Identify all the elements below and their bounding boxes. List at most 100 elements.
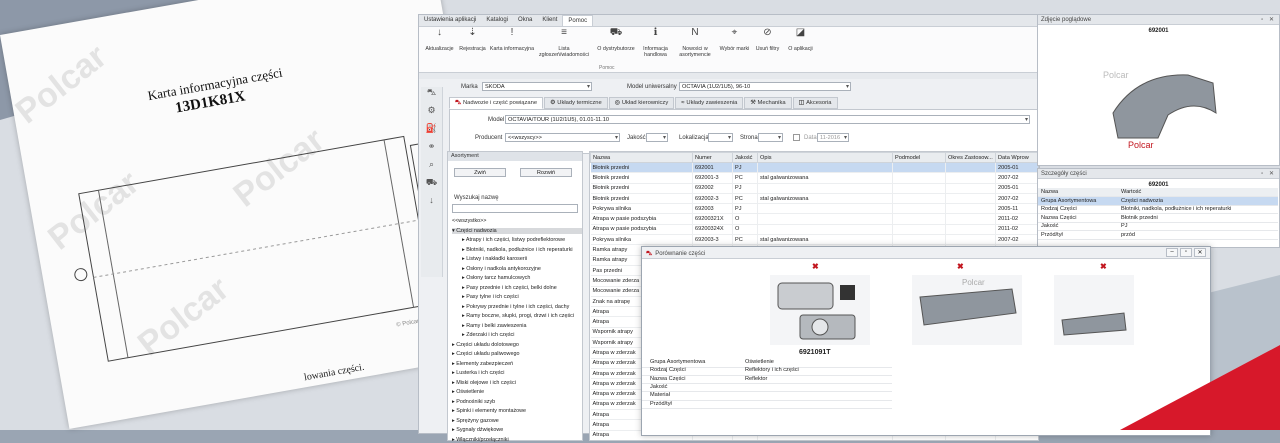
column-header[interactable]: Okres Zastosow... [945,152,996,163]
tree-node[interactable]: ▸ Oświetlenie [452,389,582,395]
location-label: Lokalizacja [679,135,709,141]
column-header[interactable]: Jakość [732,152,758,163]
tree-node[interactable]: ▸ Włączniki/przełączniki [452,437,582,443]
brand-select-button[interactable]: ⌖ Wybór marki [718,28,751,69]
column-header[interactable]: Numer [692,152,733,163]
tab-thermal[interactable]: ⚙ Układy termiczne [544,97,608,109]
details-row[interactable]: Przód/tył przód [1038,230,1278,240]
tree-node[interactable]: ▸ Sygnały dźwiękowe [452,427,582,433]
expand-button[interactable]: Rozwiń [520,168,572,177]
table-row[interactable]: Błotnik przedni 692001-3 PC stal galwanizow… [590,172,1038,184]
search-icon[interactable]: ⌕ [421,159,442,177]
tab-mechanics[interactable]: ⚒ Mechanika [744,97,792,109]
table-cell: 692003-3 [692,234,733,246]
about-button[interactable]: ◪ O aplikacji [784,28,817,69]
date-checkbox[interactable] [793,134,800,141]
tree-node[interactable]: ▸ Atrapy i ich części, listwy podreflekt… [462,237,582,243]
table-row[interactable]: Błotnik przedni 692002-3 PC stal galwanizow… [590,193,1038,205]
menu-item-catalogs[interactable]: Katalogi [481,15,513,26]
quality-select[interactable] [646,133,668,142]
tree-node[interactable]: ▾ Części nadwozia [452,227,582,234]
tree-node[interactable]: ▸ Pasy przednie i ich części, belki doln… [462,285,582,291]
maximize-button[interactable]: ▫ [1180,248,1192,257]
location-select[interactable] [708,133,733,142]
tab-steering[interactable]: ◎ Układ kierowniczy [608,97,675,109]
distributor-button[interactable]: ⛟ O dystrybutorze [593,27,639,69]
truck-icon: ⛟ [609,27,623,38]
tree-node[interactable]: ▸ Zderzaki i ich części [462,332,582,338]
table-row[interactable]: Atrapa w pasie podszybia 69200321X O 2011-0… [590,213,1038,225]
clear-filters-button[interactable]: ⊘ Usuń filtry [751,27,784,69]
minimize-button[interactable]: – [1166,248,1178,257]
remove-icon[interactable]: ✖ [812,262,819,271]
button-label: Rejestracja [459,46,486,52]
close-button[interactable]: ✕ [1194,248,1206,257]
messages-list-button[interactable]: ≡ Lista zgłoszeń/wiadomości [535,28,593,69]
registration-button[interactable]: ⇣ Rejestracja [456,28,489,69]
tab-body[interactable]: ⛍ Nadwozie i część powiązane [449,97,544,109]
details-row[interactable]: Grupa Asortymentowa Części nadwozia [1038,196,1278,206]
svg-text:Polcar: Polcar [962,278,985,287]
panel-controls[interactable]: ▫ ✕ [1261,16,1276,23]
column-header[interactable]: Opis [757,152,893,163]
tree-node[interactable]: <<wszystko>> [452,218,582,224]
tree-node[interactable]: ▸ Pokrywy przednie i tylne i ich części,… [462,304,582,310]
menu-item-windows[interactable]: Okna [513,15,537,26]
info-card-button[interactable]: ! Karta informacyjna [489,28,535,69]
side-select[interactable] [758,133,783,142]
tab-suspension[interactable]: ≈ Układy zawieszenia [675,97,744,109]
menu-item-settings[interactable]: Ustawienia aplikacji [419,15,481,26]
panel-controls[interactable]: ▫ ✕ [1261,170,1276,177]
tree-node[interactable]: ▸ Podnośniki szyb [452,399,582,405]
table-row[interactable]: Błotnik przedni 692002 PJ 2005-01 [590,183,1038,194]
tree-node[interactable]: ▸ Osłony tarcz hamulcowych [462,275,582,281]
details-row[interactable]: Jakość PJ [1038,222,1278,231]
car-icon[interactable]: ⛍ [421,87,442,105]
menu-item-help[interactable]: Pomoc [562,15,594,26]
trade-info-button[interactable]: ℹ Informacja handlowa [639,28,672,69]
tree-node[interactable]: ▸ Ramy boczne, słupki, progi, drzwi i ic… [462,313,582,319]
tree-node[interactable]: ▸ Części układu dolotowego [452,342,582,348]
menu-item-client[interactable]: Klient [537,15,562,26]
download-icon[interactable]: ↓ [421,195,442,213]
tree-node[interactable]: ▸ Elementy zabezpieczeń [452,361,582,367]
table-row[interactable]: Pokrywa silnika 692003 PJ 2005-11 [590,203,1038,215]
brand-select[interactable]: SKODA [482,82,592,91]
download-icon: ↓ [437,27,442,38]
table-row[interactable]: Błotnik przedni 692001 PJ 2005-01 [590,162,1038,174]
tree-node[interactable]: ▸ Części układu paliwowego [452,351,582,357]
table-row[interactable]: Pokrywa silnika 692003-3 PC stal galwanizow… [590,234,1038,246]
oil-icon[interactable]: ⛽ [421,123,442,141]
tree-node[interactable]: ▸ Błotniki, nadkola, podłużnice i ich re… [462,247,582,253]
model-select[interactable]: OCTAVIA/TOUR (1U2/1U5), 01.01-11.10 [505,115,1030,124]
model-universal-select[interactable]: OCTAVIA (1U2/1U5), 96-10 [679,82,851,91]
table-row[interactable]: Atrapa w pasie podszybia 69200324X O 2011-0… [590,224,1038,236]
filter-clear-icon: ⊘ [763,27,772,38]
search-name-input[interactable] [452,204,578,213]
updates-button[interactable]: ↓ Aktualizacje [423,27,456,69]
tree-node[interactable]: ▸ Spinki i elementy montażowe [452,408,582,414]
tree-node[interactable]: ▸ Sprężyny gazowe [452,418,582,424]
details-row[interactable]: Nazwa Części Błotnik przedni [1038,213,1278,223]
tree-node[interactable]: ▸ Osłony i nadkola antykorozyjne [462,266,582,272]
producer-select[interactable]: <<wszyscy>> [505,133,620,142]
cart-icon[interactable]: ⛟ [421,177,442,195]
button-label: Nowości w asortymencie [679,46,711,58]
date-select[interactable]: 11-2016 [817,133,849,142]
gear-icon[interactable]: ⚙ [421,105,442,123]
column-header[interactable]: Podmodel [892,152,946,163]
column-header[interactable]: Nazwa [590,152,693,163]
details-row[interactable]: Rodzaj Części Błotniki, nadkola, podłużni… [1038,205,1278,214]
tree-node[interactable]: ▸ Miski olejowe i ich części [452,380,582,386]
remove-icon[interactable]: ✖ [957,262,964,271]
tree-node[interactable]: ▸ Listwy i nakładki karoserii [462,256,582,262]
tree-node[interactable]: ▸ Lusterka i ich części [452,370,582,376]
column-header[interactable]: Data Wprow [995,152,1038,163]
remove-icon[interactable]: ✖ [1100,262,1107,271]
collapse-button[interactable]: Zwiń [454,168,506,177]
tab-accessories[interactable]: ◫ Akcesoria [792,97,838,109]
tree-node[interactable]: ▸ Ramy i belki zawieszenia [462,323,582,329]
link-icon[interactable]: ⚭ [421,141,442,159]
new-products-button[interactable]: N Nowości w asortymencie [672,28,718,69]
tree-node[interactable]: ▸ Pasy tylne i ich części [462,294,582,300]
